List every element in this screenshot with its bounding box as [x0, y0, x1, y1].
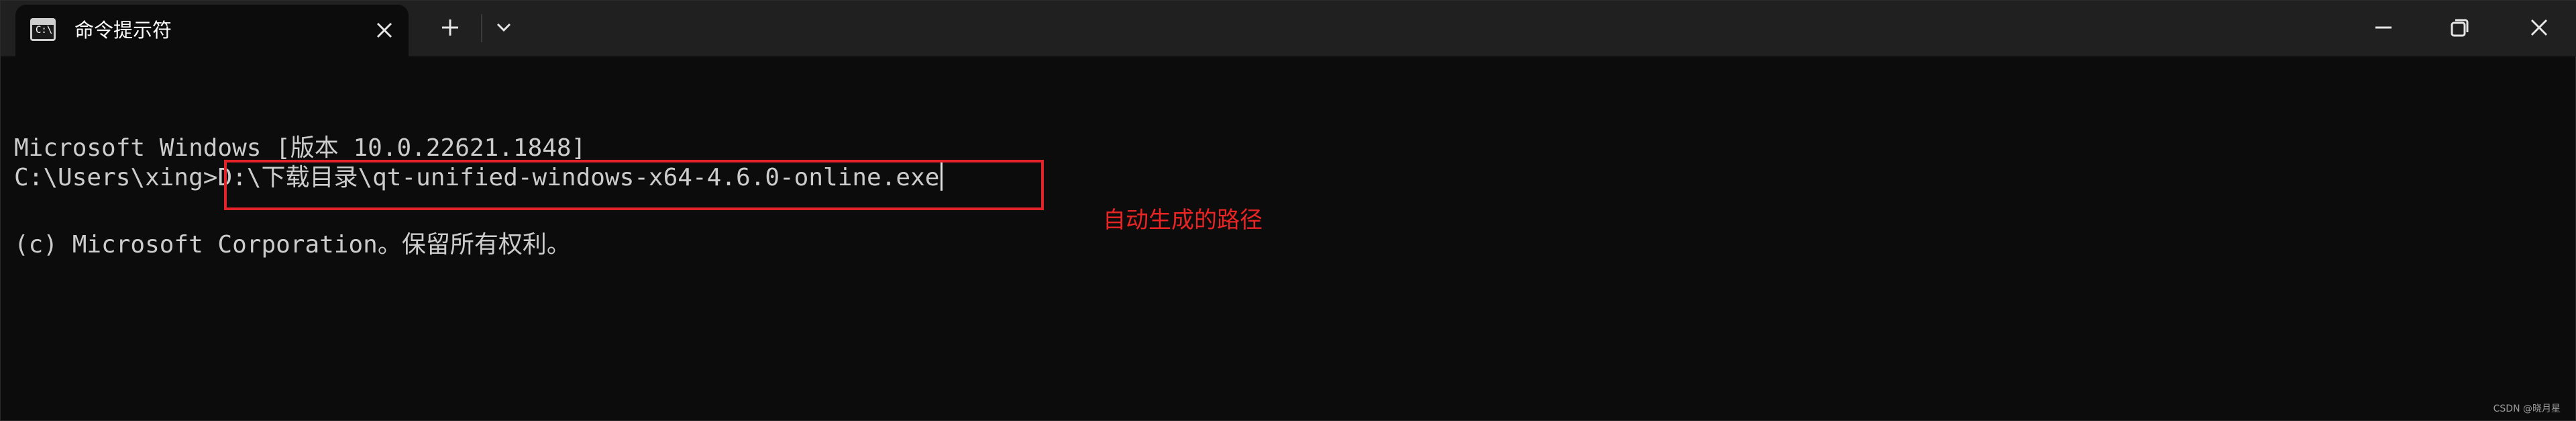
tab-close-icon[interactable] [370, 15, 399, 45]
highlight-box [224, 160, 1044, 210]
prompt-path: C:\Users\xing> [14, 164, 218, 191]
title-bar: C:\ 命令提示符 [1, 1, 2576, 56]
minimize-icon[interactable] [2369, 13, 2398, 42]
terminal-icon-prompt: C:\ [36, 25, 53, 36]
close-icon[interactable] [2524, 13, 2554, 42]
terminal-window: C:\ 命令提示符 Microsoft Windows [版本 10.0.226… [0, 0, 2576, 421]
terminal-line-copyright: (c) Microsoft Corporation。保留所有权利。 [14, 231, 571, 259]
annotation-label: 自动生成的路径 [1103, 207, 1263, 234]
restore-icon[interactable] [2445, 13, 2475, 42]
tab-command-prompt[interactable]: C:\ 命令提示符 [15, 5, 409, 56]
terminal-icon: C:\ [30, 18, 56, 41]
plus-icon[interactable] [435, 13, 465, 42]
chevron-down-icon[interactable] [489, 13, 519, 42]
tab-title: 命令提示符 [74, 19, 172, 42]
tab-divider [481, 14, 482, 42]
watermark: CSDN @晓月星 [2493, 404, 2561, 414]
